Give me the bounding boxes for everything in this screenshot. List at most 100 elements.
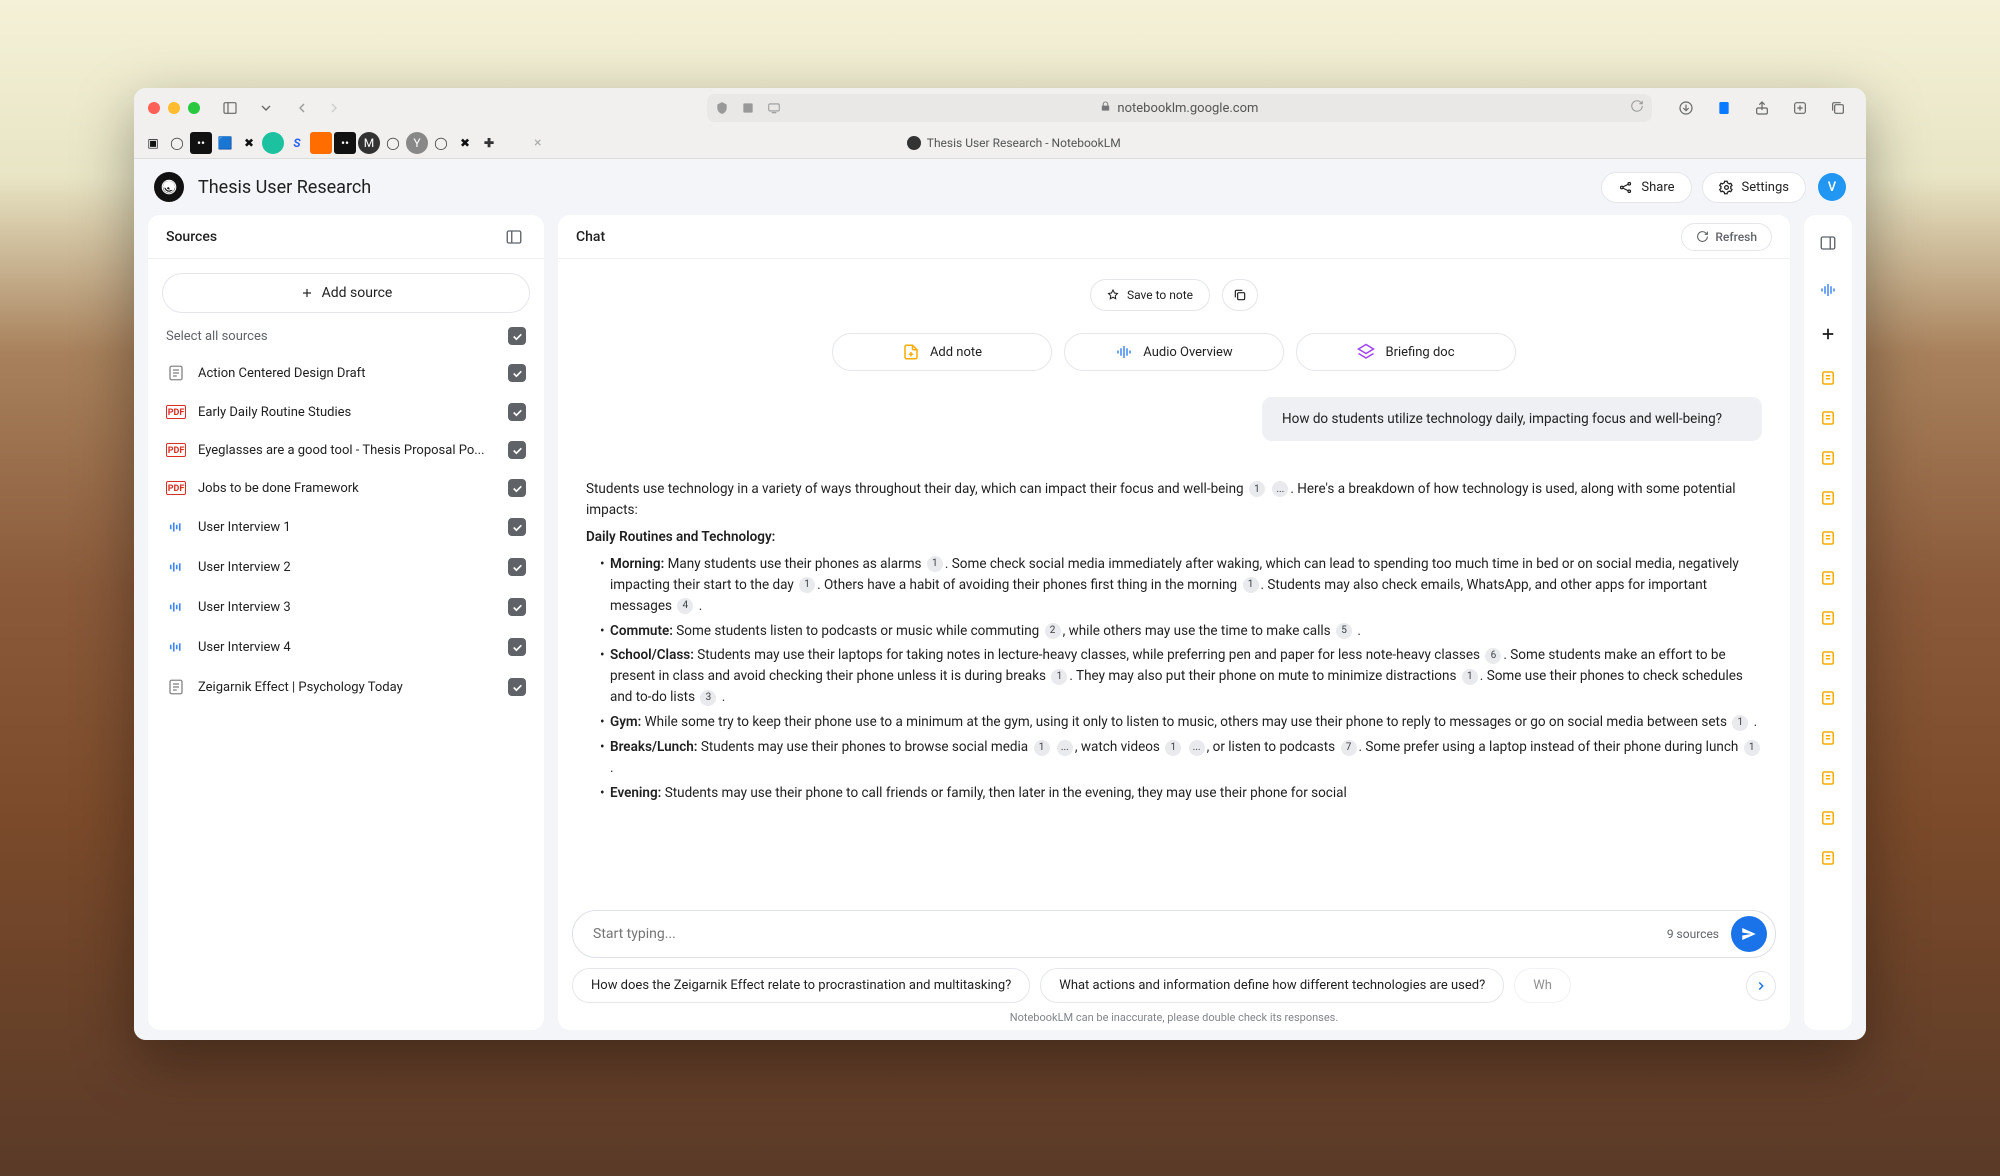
add-source-button[interactable]: Add source	[162, 273, 530, 313]
source-checkbox[interactable]	[508, 558, 526, 576]
favicon[interactable]	[262, 132, 284, 154]
citation[interactable]: 1	[1051, 669, 1067, 685]
citation[interactable]: 4	[677, 598, 693, 614]
copy-button[interactable]	[1222, 279, 1258, 311]
citation[interactable]: 1	[1744, 740, 1760, 756]
share-button[interactable]: Share	[1601, 172, 1691, 203]
source-checkbox[interactable]	[508, 678, 526, 696]
note-strip-icon[interactable]	[1811, 721, 1845, 755]
favicon[interactable]: ✖	[454, 132, 476, 154]
source-item[interactable]: PDFEyeglasses are a good tool - Thesis P…	[162, 431, 530, 469]
citation[interactable]: ...	[1057, 740, 1073, 756]
note-strip-icon[interactable]	[1811, 641, 1845, 675]
favicon[interactable]: ▣	[142, 132, 164, 154]
source-item[interactable]: User Interview 4	[162, 627, 530, 667]
new-tab-icon[interactable]	[1786, 94, 1814, 122]
citation[interactable]: 2	[1045, 623, 1061, 639]
favicon[interactable]: ✚	[478, 132, 500, 154]
note-strip-icon[interactable]	[1811, 361, 1845, 395]
citation[interactable]: 1	[1243, 577, 1259, 593]
favicon[interactable]: 🟦	[214, 132, 236, 154]
tab-title[interactable]: Thesis User Research - NotebookLM	[551, 136, 1476, 150]
send-button[interactable]	[1731, 916, 1767, 952]
suggestion-chip[interactable]: Wh	[1514, 968, 1571, 1003]
citation[interactable]: 3	[700, 690, 716, 706]
source-item[interactable]: Zeigarnik Effect | Psychology Today	[162, 667, 530, 707]
maximize-window-button[interactable]	[188, 102, 200, 114]
back-button[interactable]	[288, 94, 316, 122]
sidebar-toggle-icon[interactable]	[216, 94, 244, 122]
suggestion-chip[interactable]: How does the Zeigarnik Effect relate to …	[572, 968, 1030, 1003]
favicon[interactable]: ◯	[430, 132, 452, 154]
note-strip-icon[interactable]	[1811, 681, 1845, 715]
suggestion-chip[interactable]: What actions and information define how …	[1040, 968, 1504, 1003]
source-item[interactable]: PDFEarly Daily Routine Studies	[162, 393, 530, 431]
source-checkbox[interactable]	[508, 364, 526, 382]
note-strip-icon[interactable]	[1811, 601, 1845, 635]
source-item[interactable]: User Interview 3	[162, 587, 530, 627]
audio-strip-icon[interactable]	[1811, 273, 1845, 307]
chat-input[interactable]	[593, 926, 1667, 942]
note-strip-icon[interactable]	[1811, 401, 1845, 435]
citation[interactable]: 1	[1165, 740, 1181, 756]
avatar[interactable]: V	[1818, 173, 1846, 201]
source-checkbox[interactable]	[508, 441, 526, 459]
reload-icon[interactable]	[1630, 99, 1644, 113]
chevron-down-icon[interactable]	[252, 94, 280, 122]
select-all-checkbox[interactable]	[508, 327, 526, 345]
note-strip-icon[interactable]	[1811, 521, 1845, 555]
app-logo-icon[interactable]	[154, 172, 184, 202]
source-item[interactable]: User Interview 1	[162, 507, 530, 547]
save-to-note-button[interactable]: Save to note	[1090, 279, 1210, 311]
chat-scroll[interactable]: Save to note Add note	[558, 259, 1790, 900]
tabs-icon[interactable]	[1824, 94, 1852, 122]
note-strip-icon[interactable]	[1811, 761, 1845, 795]
favicon[interactable]: ••	[334, 132, 356, 154]
note-strip-icon[interactable]	[1811, 481, 1845, 515]
citation[interactable]: 1	[1249, 481, 1265, 497]
favicon[interactable]: ◯	[382, 132, 404, 154]
citation[interactable]: 1	[1732, 715, 1748, 731]
source-item[interactable]: User Interview 2	[162, 547, 530, 587]
settings-button[interactable]: Settings	[1702, 172, 1806, 203]
citation[interactable]: ...	[1272, 481, 1288, 497]
note-strip-icon[interactable]	[1811, 801, 1845, 835]
favicon[interactable]: ✖	[238, 132, 260, 154]
downloads-icon[interactable]	[1672, 94, 1700, 122]
minimize-window-button[interactable]	[168, 102, 180, 114]
refresh-button[interactable]: Refresh	[1681, 223, 1772, 251]
suggestions-next-button[interactable]	[1746, 971, 1776, 1001]
forward-button[interactable]	[320, 94, 348, 122]
favicon[interactable]: ◯	[166, 132, 188, 154]
add-strip-icon[interactable]	[1811, 317, 1845, 351]
citation[interactable]: 7	[1341, 740, 1357, 756]
citation[interactable]: 6	[1485, 648, 1501, 664]
add-note-button[interactable]: Add note	[832, 333, 1052, 371]
close-window-button[interactable]	[148, 102, 160, 114]
citation[interactable]: 1	[1034, 740, 1050, 756]
source-checkbox[interactable]	[508, 518, 526, 536]
source-item[interactable]: Action Centered Design Draft	[162, 353, 530, 393]
source-item[interactable]: PDFJobs to be done Framework	[162, 469, 530, 507]
citation[interactable]: 5	[1336, 623, 1352, 639]
collapse-panel-icon[interactable]	[502, 225, 526, 249]
briefing-doc-button[interactable]: Briefing doc	[1296, 333, 1516, 371]
favicon[interactable]: ••	[190, 132, 212, 154]
favicon[interactable]	[310, 132, 332, 154]
select-all-row[interactable]: Select all sources	[162, 313, 530, 353]
reader-icon[interactable]	[1710, 94, 1738, 122]
expand-panel-icon[interactable]	[1816, 231, 1840, 255]
source-checkbox[interactable]	[508, 479, 526, 497]
favicon[interactable]: Y	[406, 132, 428, 154]
close-tab-icon[interactable]: ×	[526, 135, 549, 151]
source-checkbox[interactable]	[508, 403, 526, 421]
share-icon[interactable]	[1748, 94, 1776, 122]
citation[interactable]: 1	[1462, 669, 1478, 685]
address-bar[interactable]: notebooklm.google.com	[707, 94, 1652, 122]
note-strip-icon[interactable]	[1811, 441, 1845, 475]
favicon[interactable]	[502, 132, 524, 154]
citation[interactable]: 1	[799, 577, 815, 593]
audio-overview-button[interactable]: Audio Overview	[1064, 333, 1284, 371]
source-checkbox[interactable]	[508, 598, 526, 616]
favicon[interactable]: S	[286, 132, 308, 154]
